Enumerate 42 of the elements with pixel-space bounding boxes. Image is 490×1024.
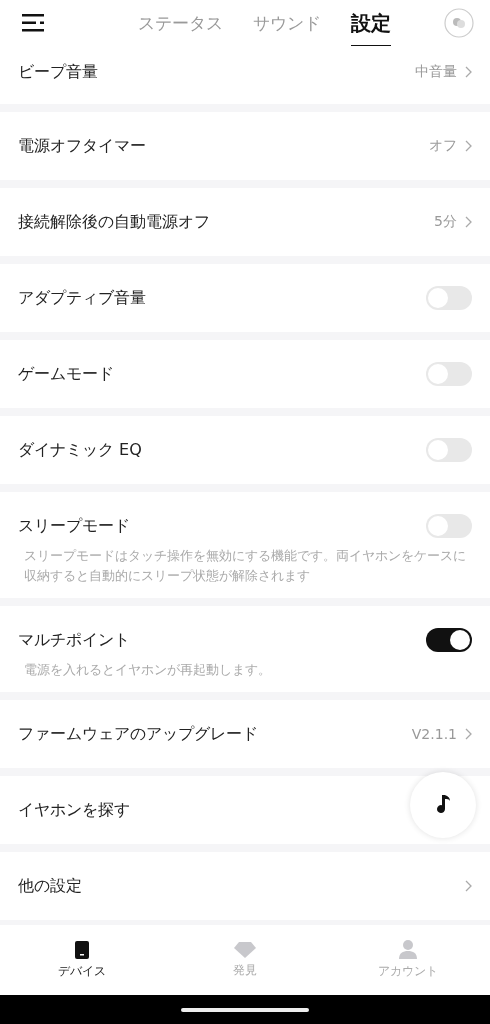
chevron-icon: [465, 880, 472, 892]
chevron-icon: [465, 728, 472, 740]
setting-label: 接続解除後の自動電源オフ: [18, 211, 210, 233]
setting-value: V2.1.1: [411, 726, 457, 742]
setting-label: 他の設定: [18, 875, 82, 897]
setting-label: イヤホンを探す: [18, 799, 130, 821]
setting-description: スリープモードはタッチ操作を無効にする機能です。両イヤホンをケースに収納すると自動的にスリープ状態が解除されます: [24, 547, 467, 585]
setting-description: 電源を入れるとイヤホンが再起動します。: [24, 661, 272, 679]
setting-label: スリープモード: [18, 515, 130, 537]
menu-icon[interactable]: [22, 14, 46, 32]
chevron-icon: [465, 140, 472, 152]
settings-row[interactable]: マルチポイント 電源を入れるとイヤホンが再起動します。: [0, 606, 490, 692]
setting-label: ゲームモード: [18, 363, 114, 385]
device-icon: [74, 940, 89, 959]
person-icon: [399, 940, 418, 959]
nav-item[interactable]: デバイス: [0, 939, 164, 981]
setting-value: 中音量: [415, 63, 457, 81]
settings-row[interactable]: スリープモード スリープモードはタッチ操作を無効にする機能です。両イヤホンをケースに収納すると自動的にスリープ状態が解除されます: [0, 492, 490, 598]
toggle-switch[interactable]: [426, 628, 472, 652]
settings-row[interactable]: 電源オフタイマー オフ: [0, 112, 490, 180]
home-indicator[interactable]: [181, 1007, 309, 1012]
settings-row[interactable]: ビープ音量 中音量: [0, 46, 490, 104]
settings-row[interactable]: 他の設定: [0, 852, 490, 920]
chevron-icon: [465, 66, 472, 78]
settings-row[interactable]: 接続解除後の自動電源オフ 5分: [0, 188, 490, 256]
settings-row[interactable]: ゲームモード: [0, 340, 490, 408]
setting-label: アダプティブ音量: [18, 287, 146, 309]
music-note-icon: [435, 795, 451, 815]
setting-label: ファームウェアのアップグレード: [18, 723, 258, 745]
diamond-icon: [234, 941, 256, 958]
settings-row[interactable]: ダイナミック EQ: [0, 416, 490, 484]
settings-row[interactable]: ファームウェアのアップグレード V2.1.1: [0, 700, 490, 768]
setting-label: ダイナミック EQ: [18, 439, 142, 461]
setting-label: マルチポイント: [18, 629, 130, 651]
settings-row[interactable]: イヤホンを探す: [0, 776, 490, 844]
setting-value: 5分: [434, 213, 457, 231]
setting-label: ビープ音量: [18, 61, 98, 83]
setting-label: 電源オフタイマー: [18, 135, 146, 157]
setting-value: オフ: [429, 137, 457, 155]
earbuds-icon[interactable]: [444, 8, 474, 38]
chevron-icon: [465, 216, 472, 228]
settings-row[interactable]: アダプティブ音量: [0, 264, 490, 332]
